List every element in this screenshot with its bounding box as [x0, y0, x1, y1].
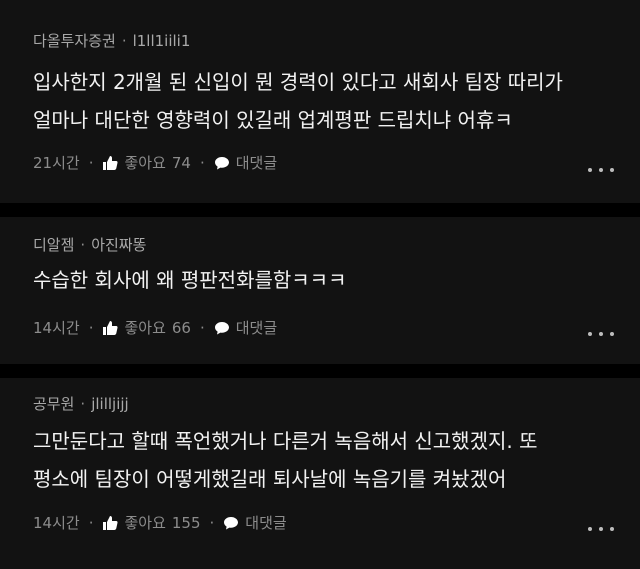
- reply-label: 대댓글: [235, 319, 278, 337]
- more-dot: [588, 527, 592, 531]
- comment-author[interactable]: 디알젬: [33, 236, 74, 254]
- comment-item: 디알젬 · 아진짜똥 수습한 회사에 왜 평판전화를함ㅋㅋㅋ 14시간 · 좋아요 …: [0, 210, 640, 370]
- reply-label: 대댓글: [245, 514, 287, 532]
- comment-meta: 다올투자증권 · l1ll1iili1: [33, 30, 190, 51]
- more-dot: [610, 527, 614, 531]
- more-dot: [610, 168, 614, 172]
- comment-text-line: 입사한지 2개월 된 신입이 뭔 경력이 있다고 새회사 팀장 따리가: [33, 70, 563, 94]
- comment-time: 14시간: [33, 319, 80, 337]
- comment-text-line: 얼마나 대단한 영향력이 있길래 업계평판 드립치냐 어휴ㅋ: [33, 108, 513, 132]
- comment-time: 14시간: [33, 514, 80, 532]
- more-dot: [588, 168, 592, 172]
- comment-nickname[interactable]: 아진짜똥: [91, 236, 146, 254]
- comment-list: 다올투자증권 · l1ll1iili1 입사한지 2개월 된 신입이 뭔 경력이 있…: [0, 0, 640, 569]
- comment-nickname[interactable]: jlilljijj: [91, 395, 129, 413]
- meta-separator: ·: [121, 32, 127, 50]
- comment-text: 수습한 회사에 왜 평판전화를함ㅋㅋㅋ: [33, 261, 610, 299]
- more-dot: [599, 527, 603, 531]
- thumbs-up-icon: [102, 155, 119, 171]
- more-dot: [599, 168, 603, 172]
- speech-bubble-icon: [214, 155, 230, 171]
- thumbs-up-icon: [102, 320, 119, 336]
- more-options-button[interactable]: [588, 522, 614, 536]
- like-label: 좋아요: [124, 319, 166, 337]
- comment-actions: 14시간 · 좋아요 66 · 대댓글: [33, 317, 277, 338]
- comment-text: 그만둔다고 할때 폭언했거나 다른거 녹음해서 신고했겠지. 또 평소에 팀장이…: [33, 422, 610, 498]
- comment-meta: 디알젬 · 아진짜똥: [33, 234, 146, 255]
- action-separator: ·: [209, 513, 215, 532]
- like-label: 좋아요: [124, 514, 166, 532]
- meta-separator: ·: [80, 236, 86, 254]
- like-count: 155: [171, 513, 201, 532]
- comment-author[interactable]: 공무원: [33, 395, 74, 413]
- meta-separator: ·: [80, 395, 86, 413]
- comment-actions: 21시간 · 좋아요 74 · 대댓글: [33, 152, 277, 173]
- comment-nickname[interactable]: l1ll1iili1: [133, 32, 191, 50]
- comment-actions: 14시간 · 좋아요 155 · 대댓글: [33, 512, 287, 533]
- action-separator: ·: [199, 318, 205, 337]
- more-options-button[interactable]: [588, 163, 614, 177]
- comment-author[interactable]: 다올투자증권: [33, 32, 116, 50]
- comment-item: 다올투자증권 · l1ll1iili1 입사한지 2개월 된 신입이 뭔 경력이 있…: [0, 0, 640, 210]
- comment-text-line: 수습한 회사에 왜 평판전화를함ㅋㅋㅋ: [33, 268, 347, 292]
- like-count: 66: [171, 318, 191, 337]
- comment-text: 입사한지 2개월 된 신입이 뭔 경력이 있다고 새회사 팀장 따리가 얼마나 …: [33, 63, 610, 139]
- comment-time: 21시간: [33, 154, 80, 172]
- reply-button[interactable]: 대댓글: [214, 152, 277, 173]
- action-separator: ·: [88, 513, 94, 532]
- action-separator: ·: [88, 153, 94, 172]
- comment-item: 공무원 · jlilljijj 그만둔다고 할때 폭언했거나 다른거 녹음해서 신고…: [0, 370, 640, 569]
- more-dot: [588, 332, 592, 336]
- more-dot: [599, 332, 603, 336]
- comment-text-line: 그만둔다고 할때 폭언했거나 다른거 녹음해서 신고했겠지. 또: [33, 429, 538, 453]
- action-separator: ·: [88, 318, 94, 337]
- more-dot: [610, 332, 614, 336]
- comment-meta: 공무원 · jlilljijj: [33, 393, 129, 414]
- like-button[interactable]: 좋아요 74: [102, 152, 191, 173]
- reply-button[interactable]: 대댓글: [214, 317, 277, 338]
- reply-label: 대댓글: [235, 154, 278, 172]
- action-separator: ·: [199, 153, 205, 172]
- reply-button[interactable]: 대댓글: [223, 512, 287, 533]
- like-button[interactable]: 좋아요 155: [102, 512, 201, 533]
- speech-bubble-icon: [214, 320, 230, 336]
- like-label: 좋아요: [124, 154, 166, 172]
- like-button[interactable]: 좋아요 66: [102, 317, 191, 338]
- more-options-button[interactable]: [588, 327, 614, 341]
- comment-text-line: 평소에 팀장이 어떻게했길래 퇴사날에 녹음기를 켜놨겠어: [33, 467, 507, 491]
- thumbs-up-icon: [102, 515, 119, 531]
- like-count: 74: [171, 153, 191, 172]
- speech-bubble-icon: [223, 515, 239, 531]
